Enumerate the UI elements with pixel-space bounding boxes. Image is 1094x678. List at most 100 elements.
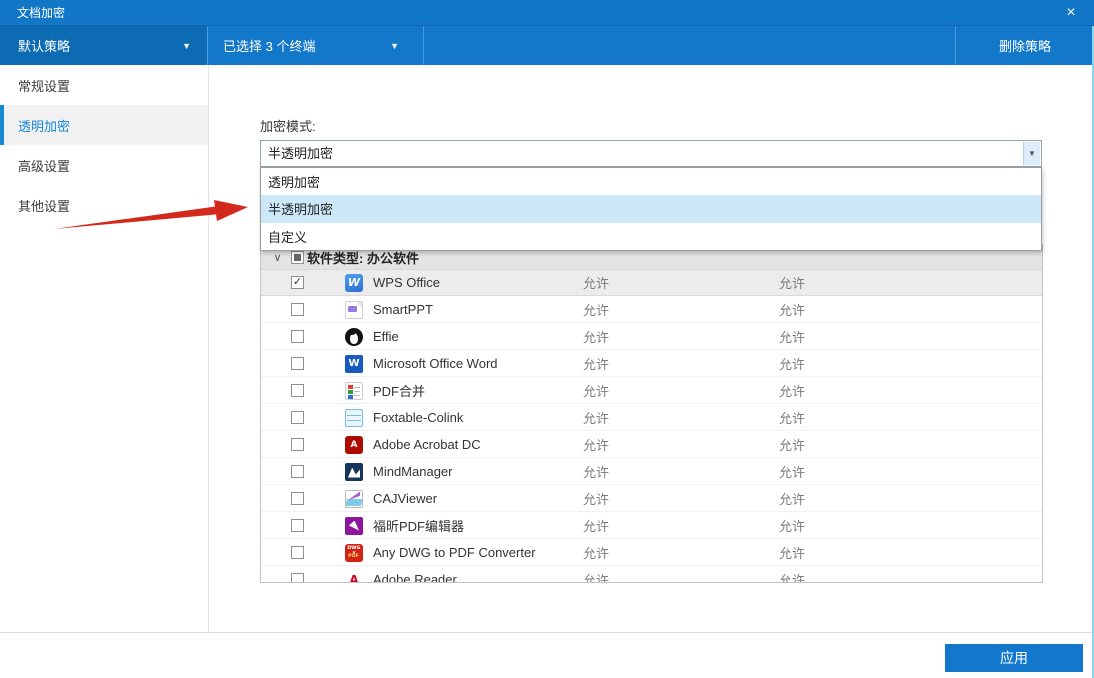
row-checkbox[interactable] bbox=[291, 438, 304, 451]
table-row[interactable]: Effie允许允许 bbox=[261, 323, 1042, 350]
software-name: MindManager bbox=[373, 464, 453, 479]
sidebar-item-other-settings[interactable]: 其他设置 bbox=[0, 185, 208, 225]
software-name: Effie bbox=[373, 329, 399, 344]
row-checkbox[interactable] bbox=[291, 303, 304, 316]
footer: 应用 bbox=[0, 632, 1094, 678]
settings-sidebar: 常规设置透明加密高级设置其他设置 bbox=[0, 65, 209, 632]
table-row[interactable]: ✓ W WPS Office 允许 允许 bbox=[261, 269, 1042, 296]
table-row[interactable]: SmartPPT允许允许 bbox=[261, 296, 1042, 323]
policy-selector-dropdown[interactable]: 默认策略 ▼ bbox=[0, 26, 208, 65]
row-checkbox[interactable] bbox=[291, 330, 304, 343]
software-name: CAJViewer bbox=[373, 491, 437, 506]
permission-value: 允许 bbox=[779, 435, 805, 454]
pdf-merge-icon bbox=[345, 382, 363, 400]
sidebar-item-label: 常规设置 bbox=[18, 76, 70, 95]
table-row[interactable]: MindManager允许允许 bbox=[261, 458, 1042, 485]
permission-value: 允许 bbox=[779, 516, 805, 535]
collapse-chevron-icon[interactable]: ∨ bbox=[271, 251, 284, 264]
selected-mode-value: 半透明加密 bbox=[268, 141, 333, 166]
policy-toolbar: 默认策略 ▼ 已选择 3 个终端 ▼ 删除策略 bbox=[0, 26, 1094, 65]
encryption-mode-select[interactable]: 半透明加密 ▼ bbox=[260, 140, 1042, 167]
smartppt-icon bbox=[345, 301, 363, 319]
row-checkbox[interactable] bbox=[291, 465, 304, 478]
permission-value: 允许 bbox=[583, 300, 609, 319]
permission-value: 允许 bbox=[779, 462, 805, 481]
software-name: Adobe Acrobat DC bbox=[373, 437, 481, 452]
sidebar-item-label: 其他设置 bbox=[18, 196, 70, 215]
permission-value: 允许 bbox=[779, 273, 805, 292]
mindmanager-icon bbox=[345, 463, 363, 481]
permission-value: 允许 bbox=[583, 489, 609, 508]
table-row[interactable]: Foxtable-Colink 允许 允许 bbox=[261, 404, 1042, 431]
row-checkbox[interactable] bbox=[291, 492, 304, 505]
permission-value: 允许 bbox=[583, 381, 609, 400]
dropdown-option-label: 透明加密 bbox=[268, 172, 320, 191]
permission-value: 允许 bbox=[583, 543, 609, 562]
table-row[interactable]: 福昕PDF编辑器允许允许 bbox=[261, 512, 1042, 539]
software-name: Adobe Reader bbox=[373, 572, 457, 583]
dropdown-option-transparent[interactable]: 透明加密 bbox=[261, 168, 1041, 195]
permission-value: 允许 bbox=[779, 408, 805, 427]
ms-word-icon: W bbox=[345, 355, 363, 373]
sidebar-item-label: 高级设置 bbox=[18, 156, 70, 175]
row-checkbox[interactable] bbox=[291, 411, 304, 424]
policy-selector-label: 默认策略 bbox=[18, 36, 70, 55]
dropdown-arrow-icon: ▼ bbox=[390, 41, 399, 51]
dropdown-option-custom[interactable]: 自定义 bbox=[261, 223, 1041, 250]
table-row[interactable]: CAJViewer 允许 允许 bbox=[261, 485, 1042, 512]
sidebar-item-advanced-settings[interactable]: 高级设置 bbox=[0, 145, 208, 185]
table-row[interactable]: AAdobe Reader允许允许 bbox=[261, 566, 1042, 583]
foxit-pdf-icon bbox=[345, 517, 363, 535]
permission-value: 允许 bbox=[779, 354, 805, 373]
permission-value: 允许 bbox=[779, 543, 805, 562]
table-row[interactable]: W Microsoft Office Word 允许 允许 bbox=[261, 350, 1042, 377]
software-name: Any DWG to PDF Converter bbox=[373, 545, 536, 560]
software-name: Microsoft Office Word bbox=[373, 356, 498, 371]
software-permission-table: ∨ 软件类型: 办公软件 ✓WWPS Office允许允许SmartPPT允许允… bbox=[260, 244, 1043, 583]
any-dwg-icon: DWG▼PDF bbox=[345, 544, 363, 562]
sidebar-item-transparent-encryption[interactable]: 透明加密 bbox=[0, 105, 208, 145]
terminal-selector-label: 已选择 3 个终端 bbox=[223, 36, 315, 55]
row-checkbox[interactable] bbox=[291, 573, 304, 583]
software-name: WPS Office bbox=[373, 275, 440, 290]
foxtable-icon bbox=[345, 409, 363, 427]
delete-policy-button[interactable]: 删除策略 bbox=[955, 26, 1094, 65]
adobe-reader-icon: A bbox=[345, 571, 363, 584]
group-checkbox[interactable] bbox=[291, 251, 304, 264]
software-name: Foxtable-Colink bbox=[373, 410, 463, 425]
software-name: SmartPPT bbox=[373, 302, 433, 317]
dropdown-option-label: 自定义 bbox=[268, 227, 307, 246]
checkmark-icon: ✓ bbox=[293, 277, 302, 288]
sidebar-item-label: 透明加密 bbox=[18, 116, 70, 135]
wps-office-icon: W bbox=[345, 274, 363, 292]
encryption-mode-label: 加密模式: bbox=[260, 116, 316, 135]
permission-value: 允许 bbox=[583, 354, 609, 373]
titlebar: 文档加密 × bbox=[0, 0, 1094, 26]
permission-value: 允许 bbox=[779, 489, 805, 508]
permission-value: 允许 bbox=[583, 327, 609, 346]
row-checkbox[interactable] bbox=[291, 546, 304, 559]
dropdown-arrow-icon: ▼ bbox=[1028, 149, 1036, 158]
combo-button[interactable]: ▼ bbox=[1023, 142, 1040, 165]
table-row[interactable]: PDF合并 允许 允许 bbox=[261, 377, 1042, 404]
permission-value: 允许 bbox=[779, 381, 805, 400]
close-icon[interactable]: × bbox=[1060, 0, 1082, 26]
permission-value: 允许 bbox=[583, 273, 609, 292]
row-checkbox[interactable]: ✓ bbox=[291, 276, 304, 289]
effie-icon bbox=[345, 328, 363, 346]
software-name: PDF合并 bbox=[373, 381, 425, 400]
permission-value: 允许 bbox=[583, 570, 609, 583]
row-checkbox[interactable] bbox=[291, 384, 304, 397]
sidebar-item-general-settings[interactable]: 常规设置 bbox=[0, 65, 208, 105]
dropdown-option-label: 半透明加密 bbox=[268, 199, 333, 218]
table-row[interactable]: DWG▼PDF Any DWG to PDF Converter 允许 允许 bbox=[261, 539, 1042, 566]
dropdown-option-semi-transparent[interactable]: 半透明加密 bbox=[261, 195, 1041, 222]
cajviewer-icon bbox=[345, 490, 363, 508]
table-row[interactable]: AAdobe Acrobat DC允许允许 bbox=[261, 431, 1042, 458]
row-checkbox[interactable] bbox=[291, 519, 304, 532]
terminal-selector-dropdown[interactable]: 已选择 3 个终端 ▼ bbox=[209, 26, 424, 65]
permission-value: 允许 bbox=[583, 408, 609, 427]
software-name: 福昕PDF编辑器 bbox=[373, 516, 464, 535]
apply-button[interactable]: 应用 bbox=[945, 644, 1083, 672]
row-checkbox[interactable] bbox=[291, 357, 304, 370]
